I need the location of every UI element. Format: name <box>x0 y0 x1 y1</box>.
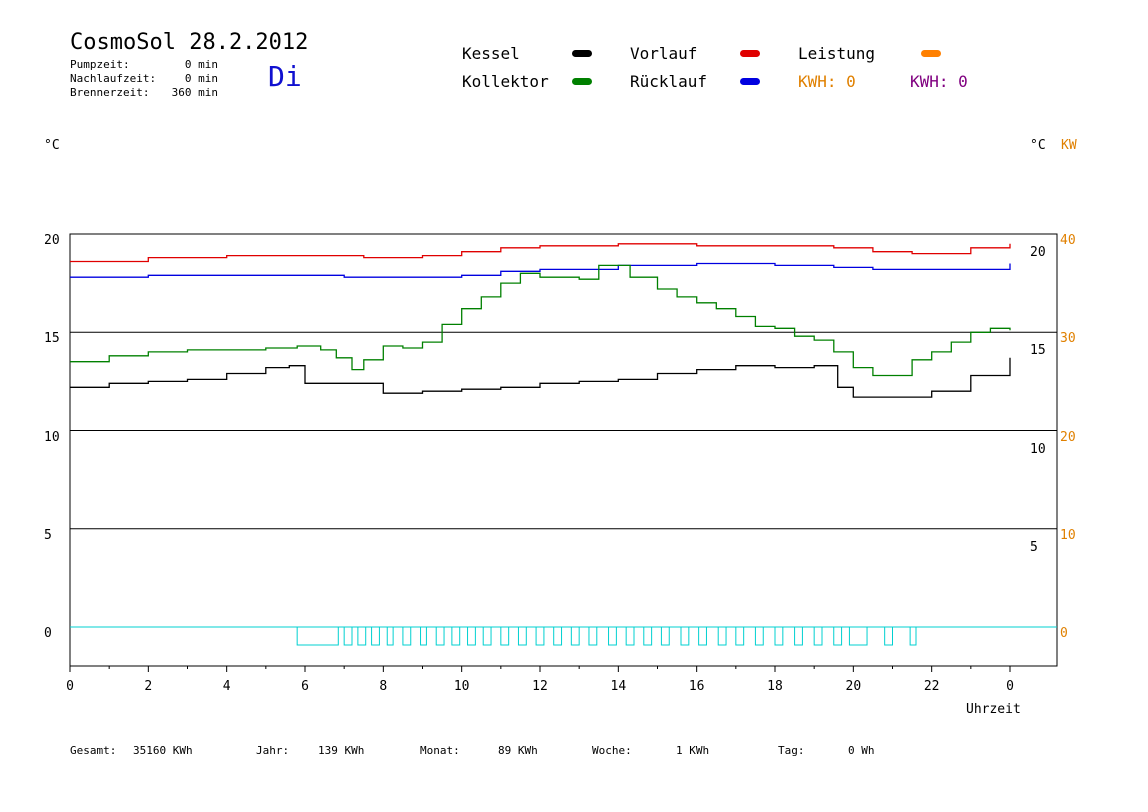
pump-interval <box>588 626 598 646</box>
pump-interval <box>774 626 784 646</box>
footer-monat-label: Monat: <box>420 744 460 757</box>
chart-canvas <box>69 233 1058 672</box>
x-tick-label: 0 <box>66 679 74 694</box>
pump-interval <box>500 626 510 646</box>
x-tick-label: 14 <box>610 679 627 694</box>
footer-woche-label: Woche: <box>592 744 632 757</box>
pump-interval <box>535 626 545 646</box>
pump-interval <box>482 626 492 646</box>
x-axis-title: Uhrzeit <box>966 702 1021 717</box>
x-tick-label: 22 <box>923 679 940 694</box>
x-tick-label: 18 <box>767 679 783 694</box>
footer-tag-label: Tag: <box>778 744 805 757</box>
pump-interval <box>794 626 803 646</box>
right-inner-tick-label: 5 <box>1030 539 1038 555</box>
pump-interval <box>680 626 690 646</box>
x-tick-label: 8 <box>379 679 388 694</box>
right-inner-tick-label: 20 <box>1030 245 1046 260</box>
series-kollektor-line <box>70 264 1011 377</box>
pump-interval <box>717 626 727 646</box>
pump-interval <box>833 626 843 646</box>
pump-interval <box>435 626 445 646</box>
pump-interval <box>467 626 476 646</box>
pump-interval <box>371 626 380 646</box>
x-tick-label: 12 <box>532 679 548 694</box>
pump-interval <box>420 626 427 646</box>
pump-interval <box>909 626 917 646</box>
footer-gesamt-label: Gesamt: <box>70 744 117 757</box>
right-outer-tick-label: 0 <box>1060 626 1068 641</box>
pump-interval <box>754 626 764 646</box>
pump-interval <box>848 626 868 646</box>
pump-interval <box>698 626 707 646</box>
left-tick-label: 5 <box>44 527 52 543</box>
footer-woche-value: 1 KWh <box>676 744 710 757</box>
pump-interval <box>451 626 461 646</box>
footer-gesamt-value: 35160 KWh <box>133 744 193 757</box>
pump-interval <box>570 626 580 646</box>
pump-interval <box>813 626 823 646</box>
footer-jahr-value: 139 KWh <box>318 744 365 757</box>
footer-monat-value: 89 KWh <box>498 744 538 757</box>
right-outer-tick-label: 40 <box>1060 233 1076 248</box>
pump-interval <box>386 626 394 646</box>
right-outer-tick-label: 10 <box>1060 527 1076 543</box>
pump-interval <box>625 626 635 646</box>
pump-interval <box>660 626 670 646</box>
left-tick-label: 10 <box>44 429 60 445</box>
x-tick-label: 16 <box>688 679 705 694</box>
right-inner-tick-label: 15 <box>1030 343 1046 359</box>
pump-interval <box>296 626 339 646</box>
x-tick-label: 0 <box>1006 679 1014 694</box>
series-kessel-line <box>70 357 1011 398</box>
pump-interval <box>643 626 653 646</box>
right-inner-tick-label: 10 <box>1030 441 1046 457</box>
right-outer-tick-label: 30 <box>1060 331 1076 347</box>
pump-interval <box>884 626 894 646</box>
series-vorlauf-line <box>70 243 1011 263</box>
x-tick-label: 2 <box>144 679 153 694</box>
left-tick-label: 20 <box>44 233 60 248</box>
plot-frame <box>69 233 1058 667</box>
left-tick-label: 0 <box>44 626 52 641</box>
pump-interval <box>517 626 527 646</box>
pump-interval <box>735 626 745 646</box>
pump-interval <box>343 626 353 646</box>
x-tick-label: 20 <box>845 679 862 694</box>
right-outer-tick-label: 20 <box>1060 429 1076 445</box>
pump-interval <box>402 626 412 646</box>
pump-interval <box>608 626 617 646</box>
footer-jahr-label: Jahr: <box>256 744 290 757</box>
footer-tag-value: 0 Wh <box>848 744 875 757</box>
x-tick-label: 4 <box>222 679 231 694</box>
left-tick-label: 15 <box>44 331 60 347</box>
pump-interval <box>357 626 367 646</box>
x-tick-label: 6 <box>301 679 309 694</box>
pump-interval <box>553 626 563 646</box>
x-tick-label: 10 <box>453 679 470 694</box>
